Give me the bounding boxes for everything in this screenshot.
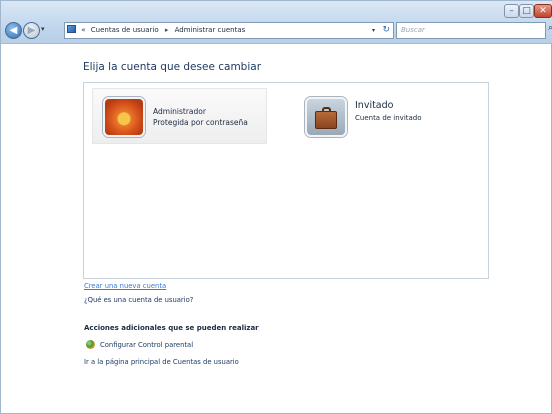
search-icon[interactable]: ⌕ bbox=[548, 23, 552, 33]
back-arrow-icon: ◀ bbox=[9, 25, 18, 36]
breadcrumb-separator[interactable]: ▸ bbox=[165, 26, 169, 34]
account-invitado[interactable]: Invitado Cuenta de invitado bbox=[301, 93, 461, 149]
parental-shield-icon bbox=[86, 340, 95, 349]
account-name: Invitado bbox=[355, 100, 394, 111]
suitcase-body bbox=[315, 111, 337, 129]
parental-control-link[interactable]: Configurar Control parental bbox=[86, 340, 193, 349]
breadcrumb-cuentas-de-usuario[interactable]: Cuentas de usuario bbox=[91, 26, 159, 34]
minimize-button[interactable]: – bbox=[504, 4, 519, 18]
forward-arrow-icon: ▶ bbox=[27, 25, 36, 36]
additional-actions-title: Acciones adicionales que se pueden reali… bbox=[84, 324, 259, 332]
forward-button[interactable]: ▶ bbox=[23, 22, 40, 39]
parental-control-label: Configurar Control parental bbox=[100, 341, 194, 349]
address-bar[interactable]: « Cuentas de usuario ▸ Administrar cuent… bbox=[64, 22, 394, 39]
account-subtitle: Protegida por contraseña bbox=[153, 118, 248, 127]
breadcrumb-administrar-cuentas[interactable]: Administrar cuentas bbox=[175, 26, 246, 34]
account-subtitle: Cuenta de invitado bbox=[355, 114, 422, 122]
suitcase-avatar-icon bbox=[305, 97, 347, 137]
breadcrumb-prefix[interactable]: « bbox=[81, 26, 85, 34]
flower-avatar-icon bbox=[103, 97, 145, 137]
window: – □ ✕ ◀ ▶ ▾ « Cuentas de usuario ▸ Admin… bbox=[0, 0, 552, 414]
page-title: Elija la cuenta que desee cambiar bbox=[83, 61, 262, 73]
refresh-icon[interactable]: ↻ bbox=[382, 23, 390, 38]
create-account-link[interactable]: Crear una nueva cuenta bbox=[84, 282, 166, 290]
address-dropdown-button[interactable]: ▾ bbox=[372, 23, 375, 38]
account-administrador[interactable]: Administrador Protegida por contraseña bbox=[92, 88, 267, 144]
back-button[interactable]: ◀ bbox=[5, 22, 22, 39]
control-panel-icon bbox=[67, 25, 76, 33]
what-is-account-link[interactable]: ¿Qué es una cuenta de usuario? bbox=[84, 296, 193, 304]
close-button[interactable]: ✕ bbox=[534, 4, 552, 18]
search-input[interactable]: Buscar bbox=[396, 22, 546, 39]
user-accounts-home-link[interactable]: Ir a la página principal de Cuentas de u… bbox=[84, 358, 239, 366]
account-name: Administrador bbox=[153, 107, 206, 116]
maximize-button[interactable]: □ bbox=[519, 4, 534, 18]
history-dropdown[interactable]: ▾ bbox=[41, 25, 45, 33]
